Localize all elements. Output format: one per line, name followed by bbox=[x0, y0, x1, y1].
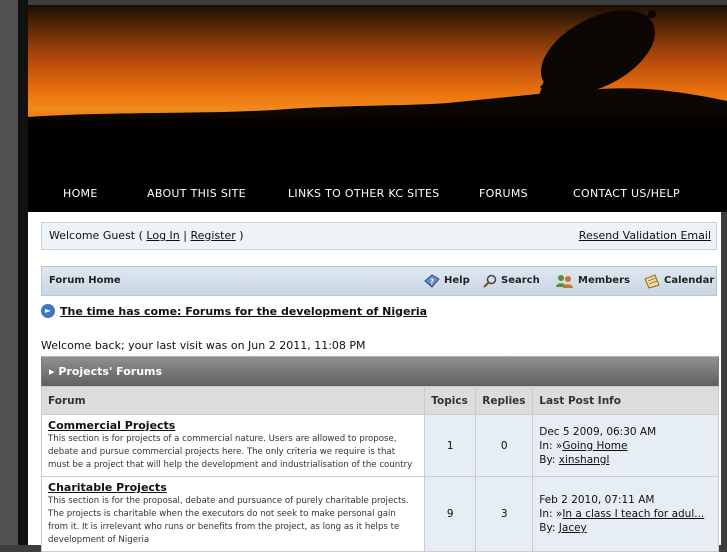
last-post-by-label: By: bbox=[539, 522, 556, 534]
forum-description: This section is for the proposal, debate… bbox=[48, 496, 409, 545]
news-item: ► The time has come: Forums for the deve… bbox=[41, 304, 427, 318]
forum-title-link[interactable]: Commercial Projects bbox=[48, 419, 418, 432]
welcome-prefix: Welcome Guest ( bbox=[49, 229, 147, 242]
news-arrow-icon: ► bbox=[41, 304, 55, 318]
last-post-date: Dec 5 2009, 06:30 AM bbox=[539, 425, 657, 438]
last-post-in-label: In: bbox=[539, 508, 553, 520]
category-arrow-icon: ▸ bbox=[49, 365, 59, 378]
nav-contact[interactable]: CONTACT US/HELP bbox=[573, 187, 680, 200]
left-gutter bbox=[0, 0, 18, 545]
help-label: Help bbox=[444, 275, 470, 286]
members-button[interactable]: Members bbox=[556, 267, 630, 295]
nav-home[interactable]: HOME bbox=[63, 187, 98, 200]
replies-count: 0 bbox=[475, 414, 534, 477]
topics-count: 1 bbox=[424, 414, 477, 477]
last-visit-text: Welcome back; your last visit was on Jun… bbox=[41, 339, 366, 352]
nav-forums[interactable]: FORUMS bbox=[479, 187, 528, 200]
calendar-icon bbox=[644, 273, 660, 289]
main-navbar: HOME ABOUT THIS SITE LINKS TO OTHER KC S… bbox=[28, 128, 727, 212]
news-link[interactable]: The time has come: Forums for the develo… bbox=[60, 305, 427, 318]
forum-home-link[interactable]: Forum Home bbox=[49, 267, 121, 295]
col-forum: Forum bbox=[40, 386, 426, 415]
forum-toolbar: Forum Home ? Help Search Members Calenda… bbox=[41, 266, 717, 296]
last-post-date: Feb 2 2010, 07:11 AM bbox=[539, 494, 655, 506]
forum-description: This section is for projects of a commer… bbox=[48, 434, 413, 470]
nav-links[interactable]: LINKS TO OTHER KC SITES bbox=[288, 187, 439, 200]
table-row: Charitable Projects This section is for … bbox=[40, 476, 719, 552]
category-bar: ▸ Projects' Forums bbox=[41, 356, 719, 388]
forum-cell: Charitable Projects This section is for … bbox=[40, 476, 426, 552]
last-post-topic-link[interactable]: Going Home bbox=[562, 440, 627, 452]
replies-count: 3 bbox=[475, 476, 534, 552]
forum-cell: Commercial Projects This section is for … bbox=[40, 414, 426, 477]
topics-count: 9 bbox=[424, 476, 477, 552]
satellite-dish-silhouette bbox=[28, 10, 727, 128]
last-post-user-link[interactable]: xinshangl bbox=[559, 454, 610, 466]
register-link[interactable]: Register bbox=[190, 229, 235, 242]
category-title: Projects' Forums bbox=[58, 365, 163, 378]
col-topics: Topics bbox=[424, 386, 477, 415]
login-link[interactable]: Log In bbox=[146, 229, 179, 242]
nav-about[interactable]: ABOUT THIS SITE bbox=[147, 187, 246, 200]
category-heading: ▸ Projects' Forums bbox=[49, 357, 162, 387]
welcome-bar: Welcome Guest ( Log In | Register ) Rese… bbox=[41, 222, 717, 250]
help-button[interactable]: ? Help bbox=[424, 267, 470, 295]
welcome-text: Welcome Guest ( Log In | Register ) bbox=[49, 223, 244, 249]
search-button[interactable]: Search bbox=[483, 267, 540, 295]
header-banner bbox=[28, 5, 727, 128]
last-post-topic-link[interactable]: In a class I teach for adul... bbox=[562, 508, 704, 520]
forum-title-link[interactable]: Charitable Projects bbox=[48, 481, 418, 494]
search-label: Search bbox=[501, 275, 540, 286]
last-post-cell: Dec 5 2009, 06:30 AM In: »Going Home By:… bbox=[532, 414, 719, 477]
last-post-by-label: By: bbox=[539, 453, 556, 466]
last-post-cell: Feb 2 2010, 07:11 AM In: »In a class I t… bbox=[532, 476, 719, 552]
last-post-user-link[interactable]: Jacey bbox=[559, 522, 587, 534]
help-icon: ? bbox=[424, 274, 440, 288]
gutter-line bbox=[18, 0, 28, 545]
calendar-button[interactable]: Calendar bbox=[644, 267, 714, 295]
table-row: Commercial Projects This section is for … bbox=[40, 414, 719, 477]
members-icon bbox=[556, 275, 573, 288]
welcome-separator: | bbox=[179, 229, 191, 242]
forum-table: Forum Topics Replies Last Post Info Comm… bbox=[40, 386, 719, 552]
members-label: Members bbox=[578, 275, 630, 286]
welcome-suffix: ) bbox=[235, 229, 244, 242]
calendar-label: Calendar bbox=[664, 275, 715, 286]
resend-validation-link[interactable]: Resend Validation Email bbox=[579, 223, 711, 249]
search-icon bbox=[483, 274, 497, 288]
table-header-row: Forum Topics Replies Last Post Info bbox=[40, 386, 719, 415]
svg-text:?: ? bbox=[430, 278, 434, 286]
forum-content: Welcome Guest ( Log In | Register ) Rese… bbox=[28, 212, 721, 552]
col-replies: Replies bbox=[475, 386, 534, 415]
last-post-in-label: In: bbox=[539, 439, 553, 452]
col-last-post: Last Post Info bbox=[532, 386, 719, 415]
